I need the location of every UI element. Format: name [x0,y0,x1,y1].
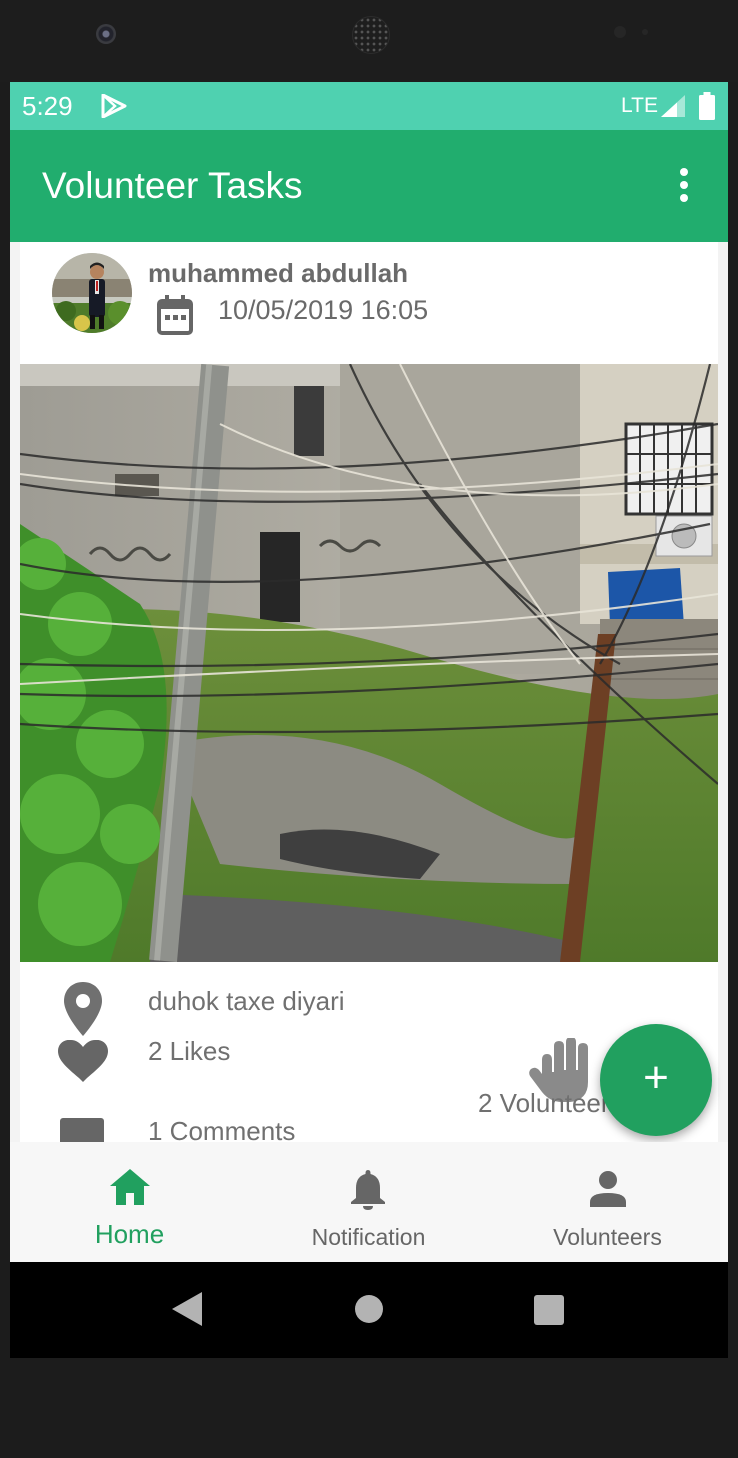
location-row: duhok taxe diyari [20,962,718,1036]
bell-icon [351,1170,385,1210]
task-card[interactable]: muhammed abdullah 10/05/2019 16:05 duhok… [20,242,718,1142]
nav-item-notification[interactable]: Notification [249,1142,488,1262]
card-header: muhammed abdullah 10/05/2019 16:05 [20,242,718,364]
app-title: Volunteer Tasks [42,165,303,206]
nav-label-notification: Notification [311,1224,426,1250]
add-task-label: + [643,1053,669,1102]
recents-icon[interactable] [534,1295,564,1325]
nav-label-volunteers: Volunteers [553,1224,662,1250]
nav-item-volunteers[interactable]: Volunteers [488,1142,727,1262]
location-pin-icon [64,982,102,1036]
avatar[interactable] [52,253,132,333]
earpiece-speaker [352,16,390,54]
likes-count: 2 Likes [148,1036,231,1066]
system-navigation-bar [10,1262,728,1358]
app-bar: Volunteer Tasks [10,130,728,242]
proximity-sensor [614,26,626,38]
system-home-icon[interactable] [355,1295,383,1323]
comment-icon[interactable] [60,1118,104,1142]
add-task-button[interactable]: + [600,1024,712,1136]
light-sensor [642,29,648,35]
overflow-menu-icon[interactable] [674,168,694,204]
back-icon[interactable] [172,1292,202,1326]
network-type: LTE [621,94,658,117]
play-store-icon [101,94,127,118]
battery-icon [699,92,715,120]
front-camera [96,24,116,44]
calendar-icon [157,295,193,335]
nav-item-home[interactable]: Home [10,1142,249,1262]
bottom-navigation: Home Notification Volunteers [10,1142,728,1262]
status-bar: 5:29 LTE [10,82,728,130]
home-icon [110,1169,150,1205]
task-location: duhok taxe diyari [148,986,345,1016]
phone-screen: 5:29 LTE Volunteer Tasks muhammed abdull… [10,82,728,1358]
phone-bezel-top [0,0,738,82]
signal-icon [661,95,685,117]
nav-label-home: Home [94,1219,165,1249]
task-photo[interactable] [20,364,718,962]
status-time: 5:29 [22,91,73,121]
comments-count: 1 Comments [148,1116,296,1142]
heart-icon[interactable] [58,1040,108,1082]
person-icon [590,1171,626,1207]
post-date: 10/05/2019 16:05 [218,295,429,325]
author-name: muhammed abdullah [148,258,409,288]
